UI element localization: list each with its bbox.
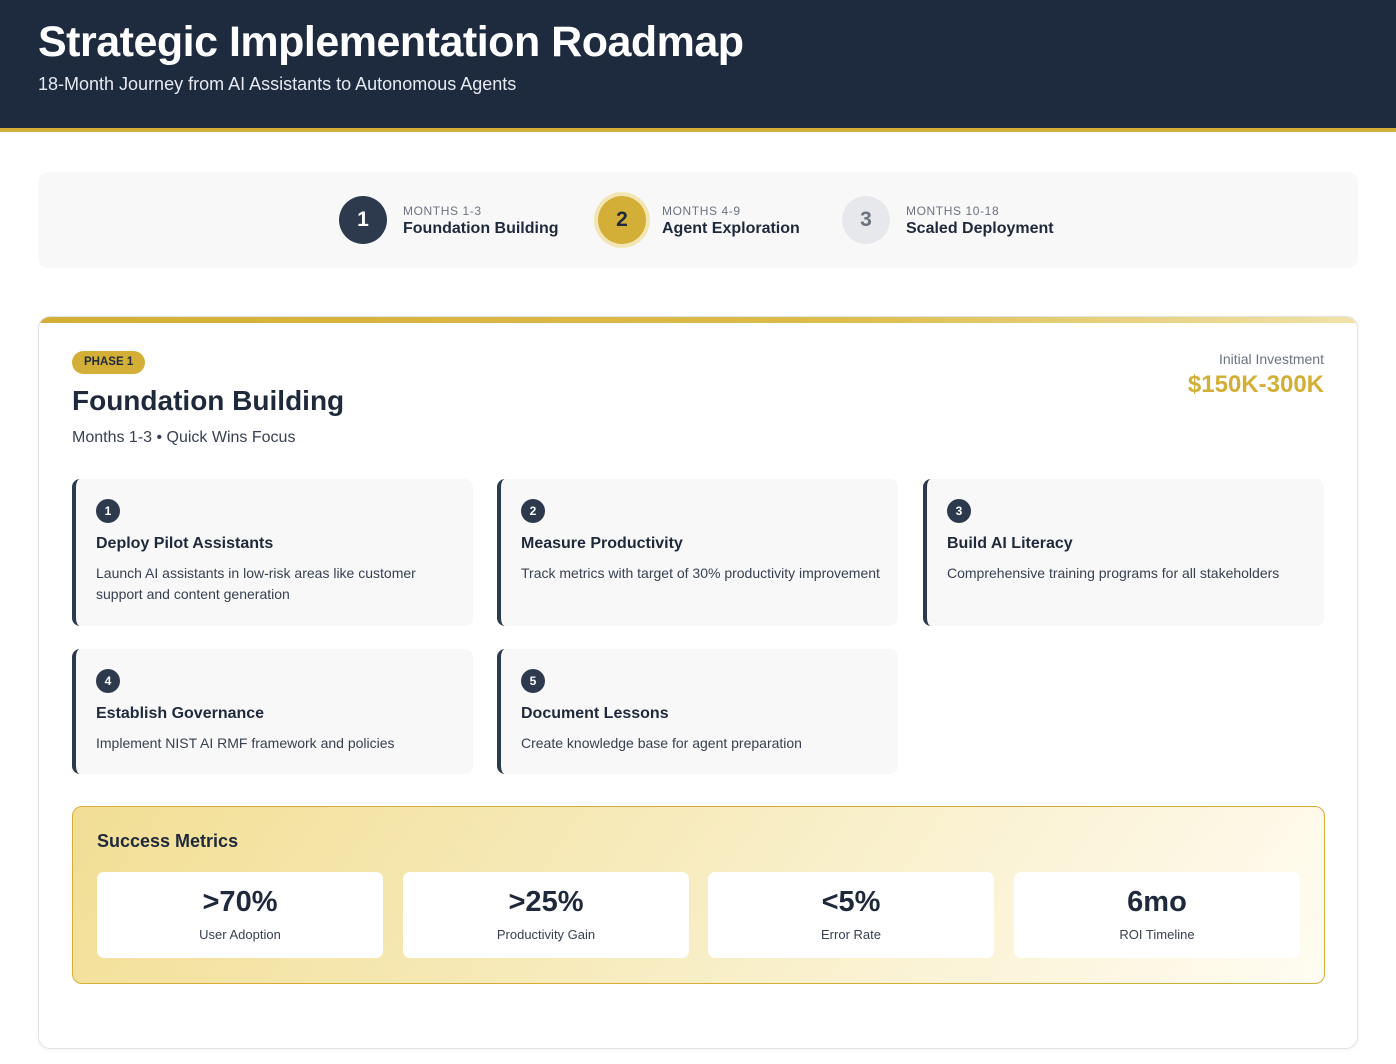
phase-subtitle: Months 1-3 • Quick Wins Focus — [72, 429, 296, 446]
task-card-establish-governance: 4 Establish Governance Implement NIST AI… — [72, 649, 473, 774]
task-card-deploy-pilot-assistants: 1 Deploy Pilot Assistants Launch AI assi… — [72, 479, 473, 626]
task-description: Comprehensive training programs for all … — [947, 565, 1280, 581]
task-number-badge: 3 — [947, 499, 971, 523]
page-subtitle: 18-Month Journey from AI Assistants to A… — [38, 74, 517, 94]
metric-label: User Adoption — [199, 927, 281, 942]
metric-roi-timeline: 6mo ROI Timeline — [1014, 872, 1300, 958]
task-number-badge: 2 — [521, 499, 545, 523]
task-card-document-lessons: 5 Document Lessons Create knowledge base… — [497, 649, 898, 774]
task-title: Document Lessons — [521, 705, 669, 722]
step-number-badge: 3 — [842, 196, 890, 244]
step-name: Scaled Deployment — [906, 220, 1054, 237]
metric-error-rate: <5% Error Rate — [708, 872, 994, 958]
task-number-badge: 1 — [96, 499, 120, 523]
investment-value: $150K-300K — [1187, 371, 1324, 398]
investment-label: Initial Investment — [1218, 351, 1324, 367]
step-range: MONTHS 10-18 — [906, 204, 1000, 218]
step-range: MONTHS 1-3 — [403, 204, 482, 218]
task-description: Implement NIST AI RMF framework and poli… — [96, 735, 395, 751]
task-title: Deploy Pilot Assistants — [96, 535, 274, 552]
task-number-badge: 5 — [521, 669, 545, 693]
metric-label: ROI Timeline — [1119, 927, 1195, 942]
metrics-title: Success Metrics — [97, 831, 239, 851]
metric-value: 6mo — [1127, 886, 1187, 918]
step-name: Agent Exploration — [662, 220, 800, 237]
step-number-badge: 1 — [339, 196, 387, 244]
phase-accent-bar — [39, 317, 1357, 323]
metric-value: <5% — [821, 886, 881, 918]
task-card-build-ai-literacy: 3 Build AI Literacy Comprehensive traini… — [923, 479, 1324, 626]
task-number-badge: 4 — [96, 669, 120, 693]
task-title: Establish Governance — [96, 705, 265, 722]
task-description: Create knowledge base for agent preparat… — [521, 735, 802, 751]
phase-badge: PHASE 1 — [72, 351, 146, 374]
page-title: Strategic Implementation Roadmap — [38, 18, 744, 66]
phase-stepper: 1 MONTHS 1-3 Foundation Building 2 MONTH… — [38, 172, 1358, 268]
metric-label: Error Rate — [821, 927, 881, 942]
step-range: MONTHS 4-9 — [662, 204, 741, 218]
task-description: Launch AI assistants in low-risk areas l… — [96, 565, 416, 602]
task-card-measure-productivity: 2 Measure Productivity Track metrics wit… — [497, 479, 898, 626]
task-title: Build AI Literacy — [947, 535, 1073, 552]
metric-productivity-gain: >25% Productivity Gain — [403, 872, 689, 958]
task-title: Measure Productivity — [521, 535, 683, 552]
metric-label: Productivity Gain — [496, 927, 596, 942]
page-header: Strategic Implementation Roadmap 18-Mont… — [0, 0, 1396, 132]
step-name: Foundation Building — [403, 220, 559, 237]
metric-value: >25% — [508, 886, 584, 918]
step-number-badge: 2 — [598, 196, 646, 244]
task-description: Track metrics with target of 30% product… — [521, 565, 880, 581]
phase-title: Foundation Building — [72, 385, 345, 416]
phase-card: PHASE 1 Foundation Building Months 1-3 •… — [38, 316, 1358, 1049]
success-metrics-panel: Success Metrics >70% User Adoption >25% … — [72, 806, 1325, 984]
metric-user-adoption: >70% User Adoption — [97, 872, 383, 958]
metric-value: >70% — [202, 886, 278, 918]
